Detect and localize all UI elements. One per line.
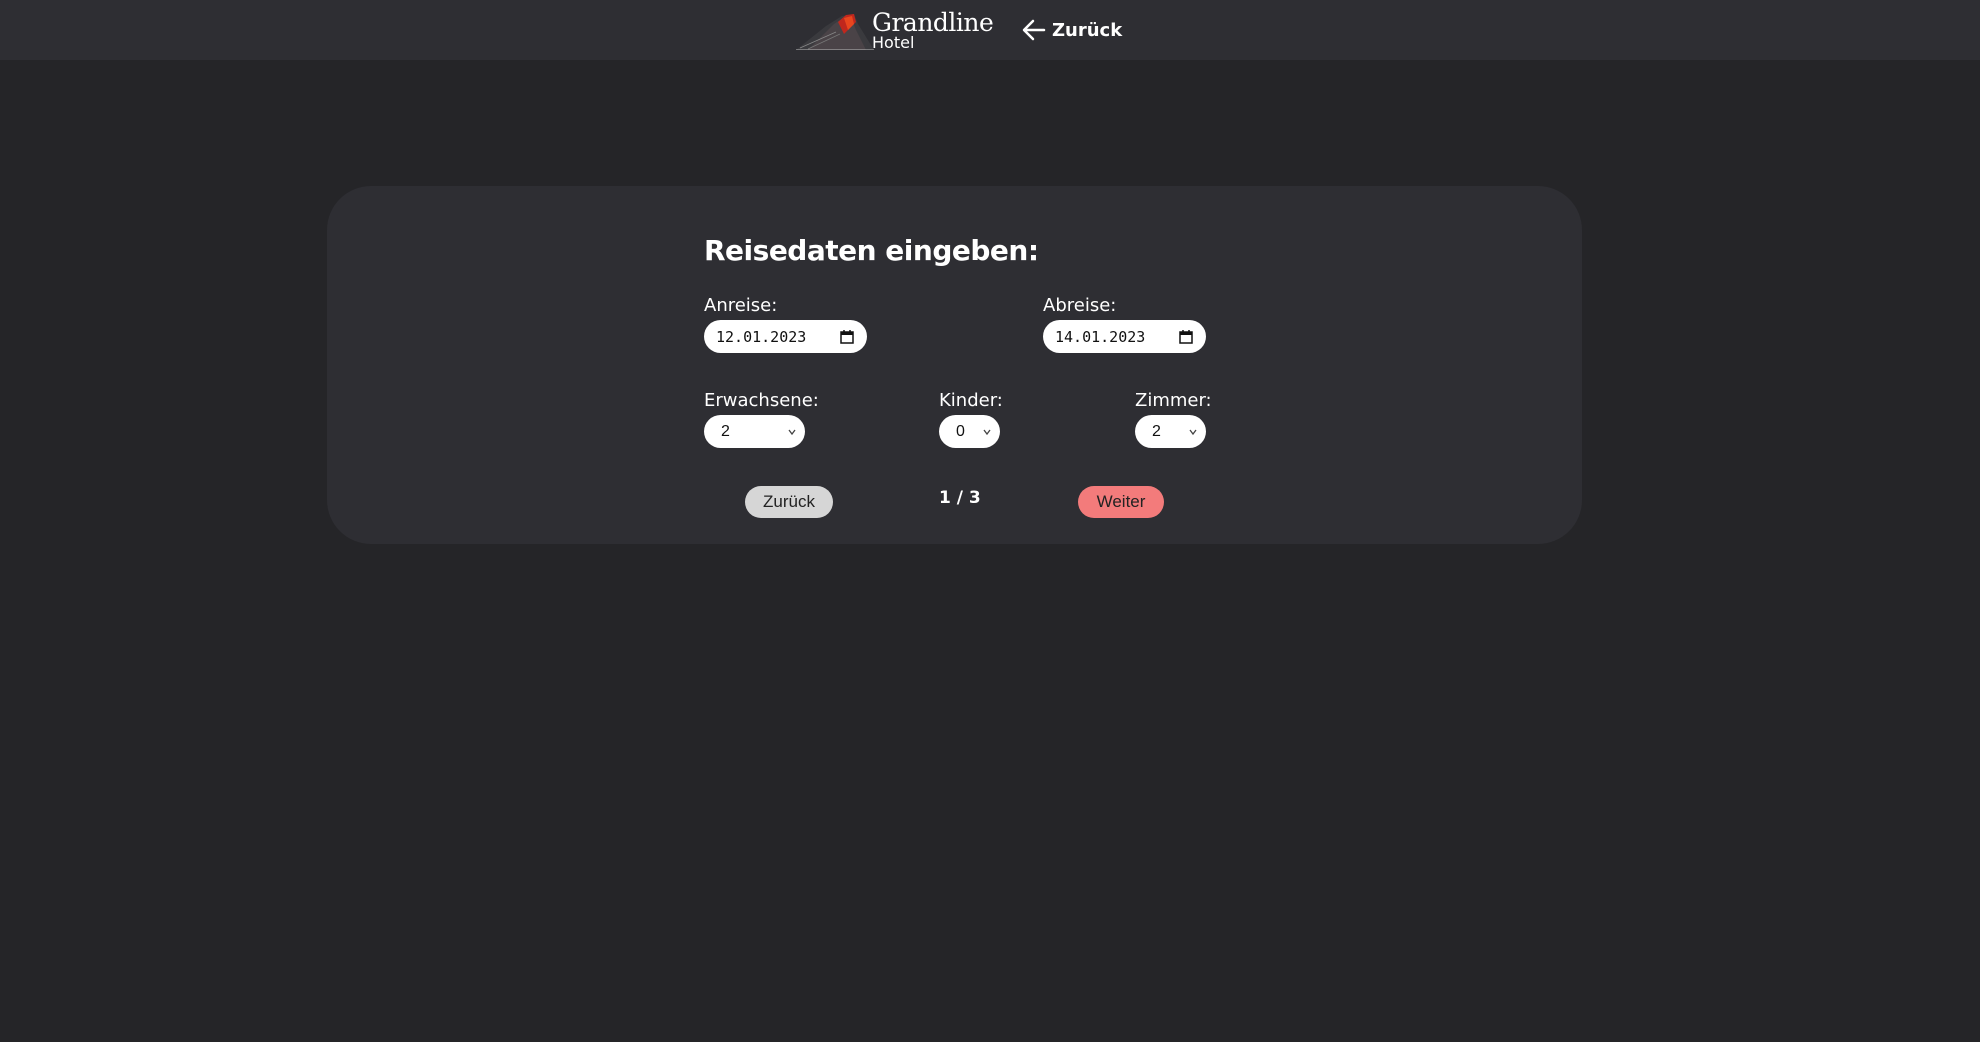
back-button[interactable]: Zurück (745, 486, 833, 518)
volcano-logo-icon (796, 14, 874, 50)
adults-select-value: 2 (721, 422, 730, 440)
step-indicator: 1 / 3 (939, 488, 981, 508)
rooms-label: Zimmer: (1135, 390, 1212, 411)
hotel-logo[interactable]: Grandline Hotel (796, 8, 994, 52)
header-back-label: Zurück (1052, 19, 1123, 41)
logo-subtitle: Hotel (872, 33, 915, 52)
form-title: Reisedaten eingeben: (704, 234, 1039, 267)
departure-label: Abreise: (1043, 295, 1117, 316)
arrival-label: Anreise: (704, 295, 778, 316)
children-select[interactable]: 0 (939, 415, 1000, 448)
adults-label: Erwachsene: (704, 390, 819, 411)
header-back-link[interactable]: Zurück (1020, 14, 1122, 46)
adults-select[interactable]: 2 (704, 415, 805, 448)
rooms-select[interactable]: 2 (1135, 415, 1206, 448)
children-select-value: 0 (956, 422, 965, 440)
top-navigation-bar: Grandline Hotel Zurück (0, 0, 1980, 60)
arrival-date-input[interactable]: 12.01.2023 (704, 320, 867, 353)
arrival-date-value: 12.01.2023 (716, 327, 807, 346)
chevron-down-icon (788, 429, 796, 435)
arrow-left-icon (1022, 19, 1046, 41)
children-label: Kinder: (939, 390, 1003, 411)
next-button[interactable]: Weiter (1078, 486, 1164, 518)
departure-date-value: 14.01.2023 (1055, 327, 1146, 346)
calendar-icon[interactable] (1178, 329, 1194, 345)
booking-form-card: Reisedaten eingeben: Anreise: 12.01.2023… (327, 186, 1582, 544)
departure-date-input[interactable]: 14.01.2023 (1043, 320, 1206, 353)
calendar-icon[interactable] (839, 329, 855, 345)
chevron-down-icon (983, 429, 991, 435)
chevron-down-icon (1189, 429, 1197, 435)
rooms-select-value: 2 (1152, 422, 1161, 440)
